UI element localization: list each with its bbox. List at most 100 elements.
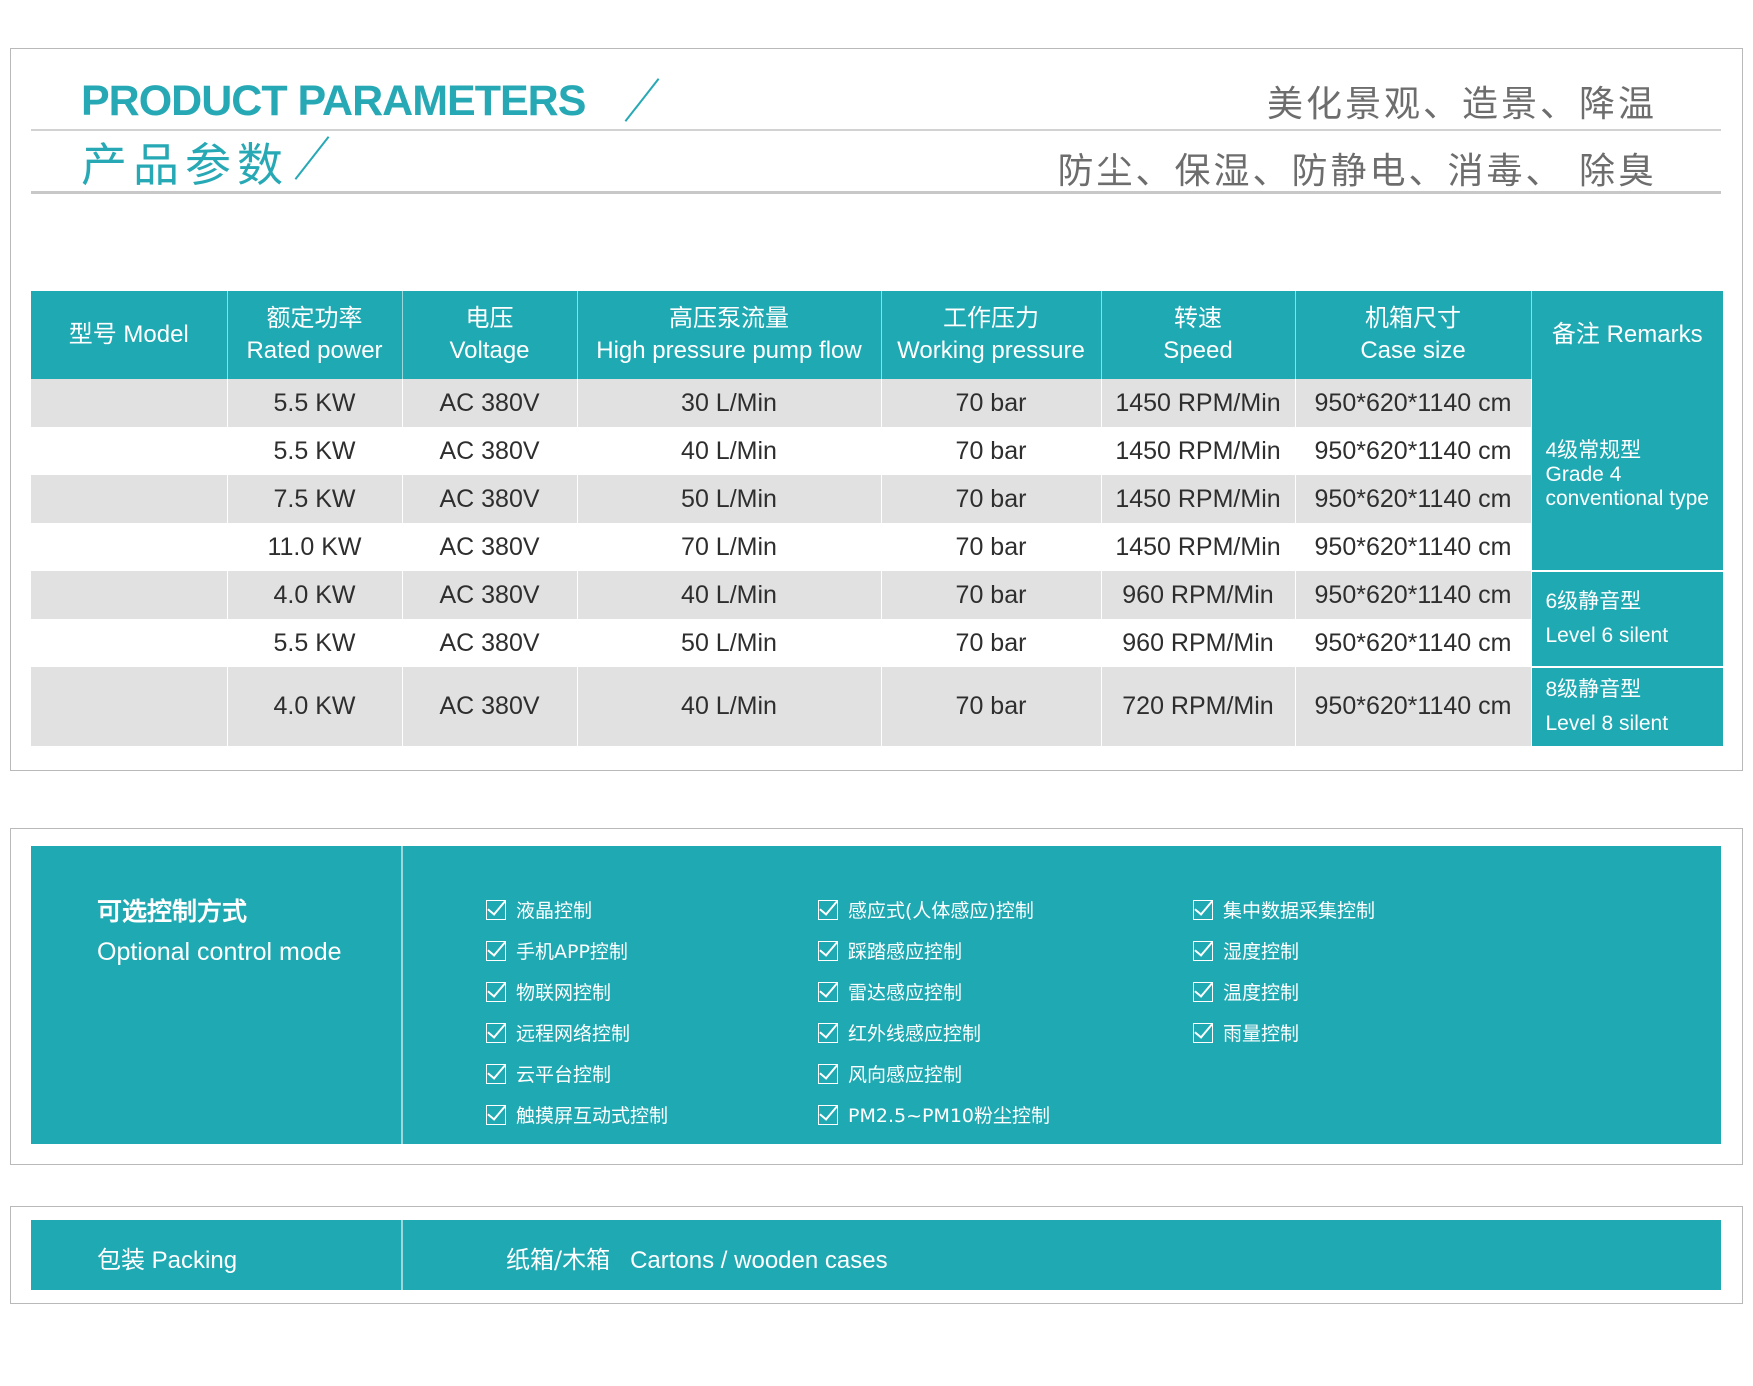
checkbox-icon (1193, 899, 1213, 920)
header-speed: 转速 Speed (1101, 291, 1296, 379)
cell-pressure: 70 bar (881, 619, 1102, 667)
cell-pressure: 70 bar (881, 523, 1102, 571)
cell-pressure: 70 bar (881, 379, 1102, 427)
options-column-3: 集中数据采集控制 湿度控制 温度控制 雨量控制 (1193, 889, 1375, 1053)
title-cn-slash-decoration (294, 136, 330, 180)
checkbox-icon (818, 981, 838, 1002)
checkbox-icon (818, 899, 838, 920)
tagline-2: 防尘、保湿、防静电、消毒、 除臭 (1057, 151, 1657, 192)
cell-flow: 40 L/Min (577, 427, 882, 475)
table-row: 5.5 KW AC 380V 30 L/Min 70 bar 1450 RPM/… (31, 379, 1723, 572)
product-parameters-section: PRODUCT PARAMETERS 产品参数 美化景观、造景、降温 防尘、保湿… (10, 48, 1743, 771)
header-rated-power: 额定功率 Rated power (227, 291, 403, 379)
cell-voltage: AC 380V (402, 523, 578, 571)
option-item: 风向感应控制 (818, 1053, 1050, 1094)
title-cn: 产品参数 (81, 138, 289, 192)
checkbox-icon (818, 940, 838, 961)
header-voltage: 电压 Voltage (402, 291, 578, 379)
cell-speed: 960 RPM/Min (1101, 619, 1296, 667)
cell-power: 4.0 KW (227, 667, 403, 746)
table-row: 7.5 KW AC 380V 50 L/Min 70 bar 1450 RPM/… (31, 475, 1723, 523)
option-item: 踩踏感应控制 (818, 930, 1050, 971)
cell-flow: 40 L/Min (577, 571, 882, 619)
title-slash-decoration (624, 78, 660, 122)
cell-size: 950*620*1140 cm (1295, 427, 1532, 475)
cell-pressure: 70 bar (881, 667, 1102, 746)
control-options-title: 可选控制方式 Optional control mode (97, 897, 342, 966)
options-column-1: 液晶控制 手机APP控制 物联网控制 远程网络控制 云平台控制 触摸屏互动式控制 (486, 889, 668, 1135)
checkbox-icon (818, 1104, 838, 1125)
cell-speed: 960 RPM/Min (1101, 571, 1296, 619)
cell-flow: 40 L/Min (577, 667, 882, 746)
cell-pressure: 70 bar (881, 475, 1102, 523)
packing-section: 包装 Packing 纸箱/木箱 Cartons / wooden cases (10, 1206, 1743, 1304)
cell-flow: 50 L/Min (577, 475, 882, 523)
option-item: 感应式(人体感应)控制 (818, 889, 1050, 930)
cell-voltage: AC 380V (402, 619, 578, 667)
option-item: 红外线感应控制 (818, 1012, 1050, 1053)
panel-divider (401, 1220, 403, 1290)
cell-voltage: AC 380V (402, 427, 578, 475)
cell-flow: 50 L/Min (577, 619, 882, 667)
table-row: 11.0 KW AC 380V 70 L/Min 70 bar 1450 RPM… (31, 523, 1723, 571)
options-column-2: 感应式(人体感应)控制 踩踏感应控制 雷达感应控制 红外线感应控制 风向感应控制… (818, 889, 1050, 1135)
packing-panel: 包装 Packing 纸箱/木箱 Cartons / wooden cases (31, 1220, 1721, 1290)
cell-model (31, 619, 228, 667)
cell-power: 7.5 KW (227, 475, 403, 523)
checkbox-icon (1193, 981, 1213, 1002)
cell-voltage: AC 380V (402, 667, 578, 746)
cell-size: 950*620*1140 cm (1295, 619, 1532, 667)
option-item: 远程网络控制 (486, 1012, 668, 1053)
cell-voltage: AC 380V (402, 475, 578, 523)
cell-size: 950*620*1140 cm (1295, 571, 1532, 619)
header-remarks: 备注 Remarks (1531, 291, 1723, 379)
parameters-table: 型号 Model 额定功率 Rated power 电压 Voltage 高压泵流量… (31, 291, 1723, 746)
option-item: 雨量控制 (1193, 1012, 1375, 1053)
remark-level-6: 6级静音型 Level 6 silent (1531, 571, 1723, 668)
checkbox-icon (486, 940, 506, 961)
panel-divider (401, 846, 403, 1144)
table-row: 5.5 KW AC 380V 40 L/Min 70 bar 1450 RPM/… (31, 427, 1723, 475)
option-item: 温度控制 (1193, 971, 1375, 1012)
cell-power: 11.0 KW (227, 523, 403, 571)
cell-speed: 1450 RPM/Min (1101, 475, 1296, 523)
checkbox-icon (818, 1022, 838, 1043)
option-item: 物联网控制 (486, 971, 668, 1012)
cell-pressure: 70 bar (881, 571, 1102, 619)
checkbox-icon (486, 1063, 506, 1084)
table-header-row: 型号 Model 额定功率 Rated power 电压 Voltage 高压泵流量… (31, 291, 1723, 379)
remark-grade-4: 4级常规型 Grade 4 conventional type (1531, 379, 1723, 572)
option-item: 湿度控制 (1193, 930, 1375, 971)
cell-power: 5.5 KW (227, 427, 403, 475)
option-item: 液晶控制 (486, 889, 668, 930)
checkbox-icon (486, 1022, 506, 1043)
cell-size: 950*620*1140 cm (1295, 667, 1532, 746)
checkbox-icon (1193, 940, 1213, 961)
header-case-size: 机箱尺寸 Case size (1295, 291, 1532, 379)
option-item: 云平台控制 (486, 1053, 668, 1094)
cell-speed: 720 RPM/Min (1101, 667, 1296, 746)
title-en: PRODUCT PARAMETERS (81, 77, 586, 125)
packing-value: 纸箱/木箱 Cartons / wooden cases (506, 1246, 888, 1274)
header-pump-flow: 高压泵流量 High pressure pump flow (577, 291, 882, 379)
cell-model (31, 667, 228, 746)
cell-model (31, 379, 228, 427)
header-working-pressure: 工作压力 Working pressure (881, 291, 1102, 379)
cell-pressure: 70 bar (881, 427, 1102, 475)
cell-flow: 30 L/Min (577, 379, 882, 427)
option-item: 集中数据采集控制 (1193, 889, 1375, 930)
cell-power: 5.5 KW (227, 619, 403, 667)
cell-speed: 1450 RPM/Min (1101, 379, 1296, 427)
checkbox-icon (1193, 1022, 1213, 1043)
cell-model (31, 571, 228, 619)
cell-power: 4.0 KW (227, 571, 403, 619)
cell-model (31, 475, 228, 523)
control-options-panel: 可选控制方式 Optional control mode 液晶控制 手机APP控… (31, 846, 1721, 1144)
cell-size: 950*620*1140 cm (1295, 523, 1532, 571)
header-model: 型号 Model (31, 291, 228, 379)
cell-model (31, 427, 228, 475)
cell-flow: 70 L/Min (577, 523, 882, 571)
option-item: 雷达感应控制 (818, 971, 1050, 1012)
tagline-1: 美化景观、造景、降温 (1266, 84, 1657, 125)
remark-level-8: 8级静音型 Level 8 silent (1531, 667, 1723, 746)
